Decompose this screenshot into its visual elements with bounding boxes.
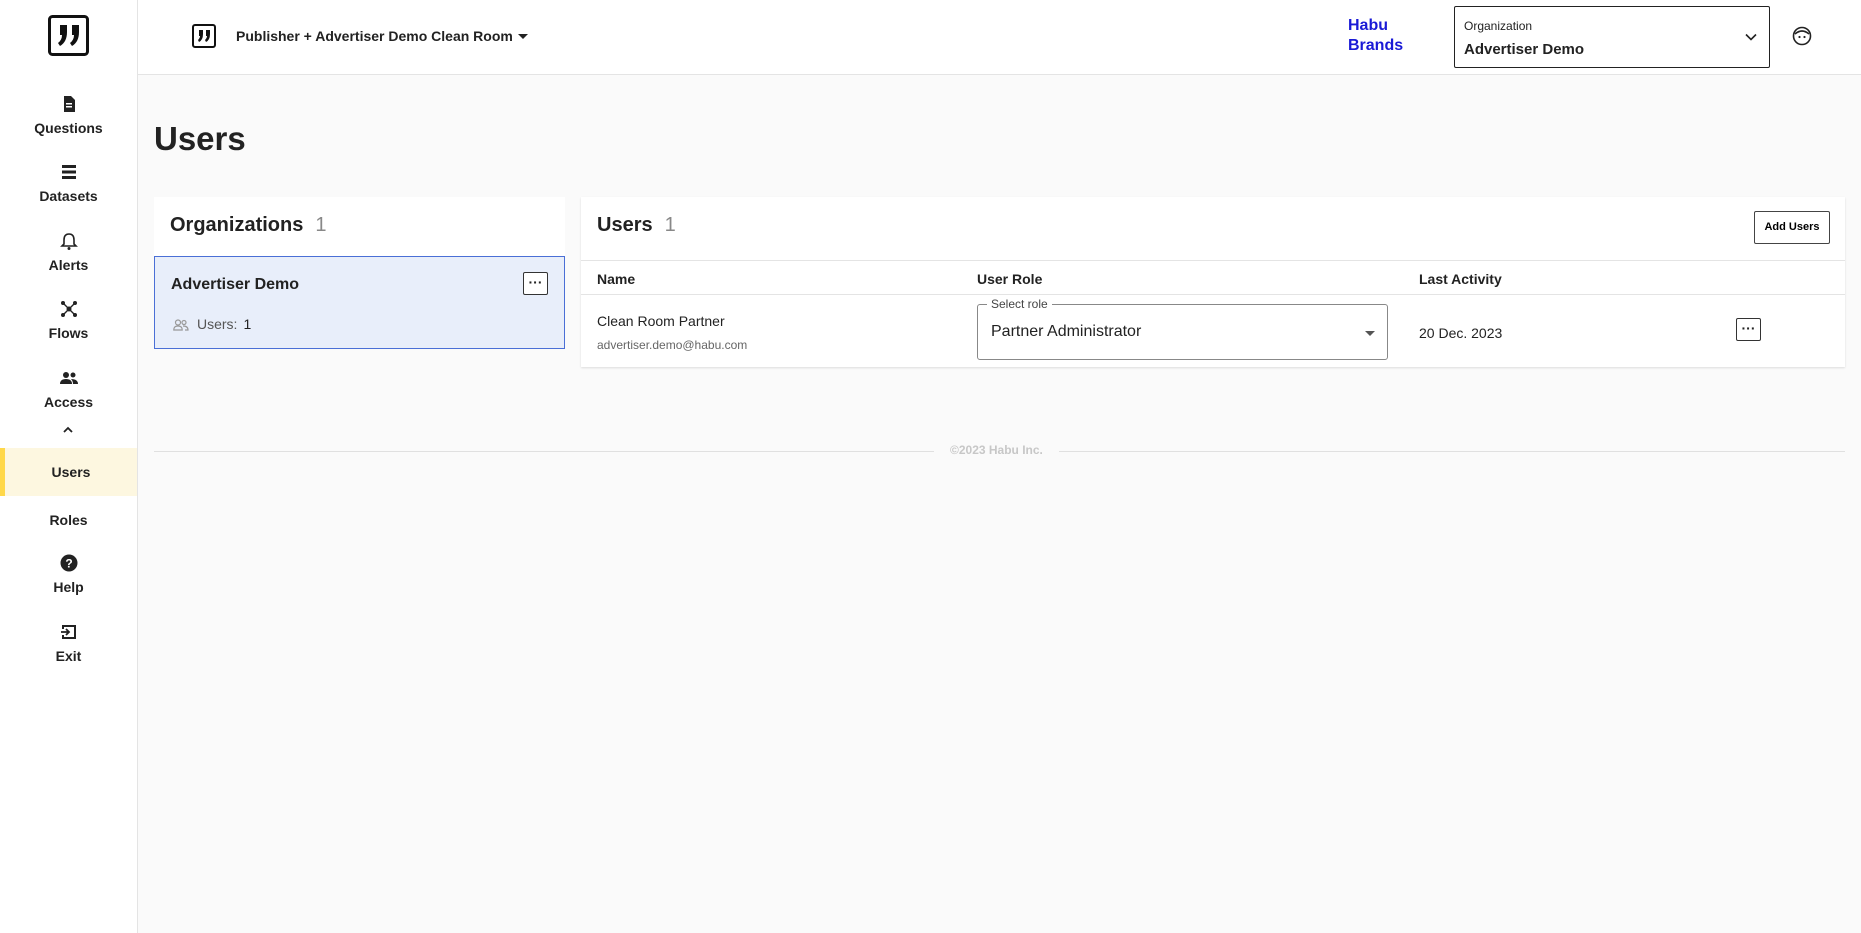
caret-down-icon <box>1365 331 1375 336</box>
chevron-up-icon[interactable] <box>61 425 75 435</box>
nav-access-label: Access <box>43 394 94 410</box>
organizations-header: Organizations 1 <box>170 214 326 237</box>
user-more-button[interactable]: ··· <box>1736 318 1761 341</box>
organization-item[interactable]: Advertiser Demo ··· Users: 1 <box>154 256 565 349</box>
nav-help-label: Help <box>53 579 84 595</box>
nav-exit-label: Exit <box>55 648 82 664</box>
nav-alerts-label: Alerts <box>48 257 89 273</box>
add-users-button[interactable]: Add Users <box>1754 211 1830 244</box>
user-avatar-icon[interactable] <box>1792 26 1812 46</box>
column-last-activity: Last Activity <box>1419 271 1502 287</box>
user-role-select[interactable]: Select role Partner Administrator <box>977 297 1388 360</box>
people-icon <box>59 372 78 384</box>
users-icon <box>173 319 189 331</box>
page-title: Users <box>154 120 246 157</box>
user-name: Clean Room Partner <box>597 313 725 329</box>
users-title: Users <box>597 214 653 236</box>
organization-select-label: Organization <box>1464 19 1533 33</box>
chevron-down-icon <box>1745 33 1757 41</box>
subnav-roles[interactable]: Roles <box>0 496 137 544</box>
organization-users-label: Users: <box>197 316 238 332</box>
nav-flows[interactable]: Flows <box>0 299 137 341</box>
role-select-value: Partner Administrator <box>991 323 1142 340</box>
nav-access[interactable]: Access <box>0 368 137 410</box>
user-email: advertiser.demo@habu.com <box>597 338 748 352</box>
nav-questions-label: Questions <box>34 120 103 136</box>
users-header: Users 1 <box>597 214 676 237</box>
svg-text:?: ? <box>65 557 72 571</box>
caret-down-icon[interactable] <box>518 34 528 39</box>
organizations-panel: Organizations 1 Advertiser Demo ··· Users… <box>154 197 565 349</box>
column-name: Name <box>597 271 636 287</box>
users-panel: Users 1 Add Users Name User Role Last Act… <box>581 197 1845 367</box>
nav-questions[interactable]: Questions <box>0 94 137 136</box>
organization-more-button[interactable]: ··· <box>523 272 548 295</box>
exit-icon <box>60 625 76 639</box>
brand-link[interactable]: Habu Brands <box>1348 16 1428 56</box>
organization-users: Users: 1 <box>173 316 251 332</box>
nav-datasets[interactable]: Datasets <box>0 162 137 204</box>
nav-flows-label: Flows <box>48 325 89 341</box>
help-icon: ? <box>60 554 77 572</box>
flows-icon <box>60 301 77 317</box>
organization-select-value: Advertiser Demo <box>1464 41 1585 58</box>
column-user-role: User Role <box>977 271 1043 287</box>
users-count: 1 <box>664 214 676 236</box>
subnav-users[interactable]: Users <box>0 448 137 496</box>
nav-help[interactable]: ? Help <box>0 553 137 595</box>
nav-alerts[interactable]: Alerts <box>0 231 137 273</box>
sidebar: Questions Datasets Alerts Flows Access U <box>0 0 138 933</box>
nav-datasets-label: Datasets <box>39 188 98 204</box>
clean-room-selector[interactable]: Publisher + Advertiser Demo Clean Room <box>236 28 513 44</box>
organization-users-count: 1 <box>243 316 252 332</box>
user-last-activity: 20 Dec. 2023 <box>1419 325 1503 341</box>
top-bar: Publisher + Advertiser Demo Clean Room H… <box>138 0 1861 75</box>
users-table-header: Name User Role Last Activity <box>581 260 1845 295</box>
role-select-legend: Select role <box>987 297 1052 311</box>
nav-exit[interactable]: Exit <box>0 622 137 664</box>
footer-copyright: ©2023 Habu Inc. <box>934 443 1059 457</box>
organizations-count: 1 <box>315 214 327 236</box>
bell-icon <box>59 233 78 250</box>
organization-select[interactable]: Organization Advertiser Demo <box>1454 6 1770 68</box>
clean-room-icon <box>192 24 216 48</box>
list-icon <box>61 165 76 179</box>
document-icon <box>63 96 75 112</box>
organization-name: Advertiser Demo <box>171 276 300 293</box>
organizations-title: Organizations <box>170 214 304 236</box>
habu-logo-icon[interactable] <box>48 15 89 56</box>
